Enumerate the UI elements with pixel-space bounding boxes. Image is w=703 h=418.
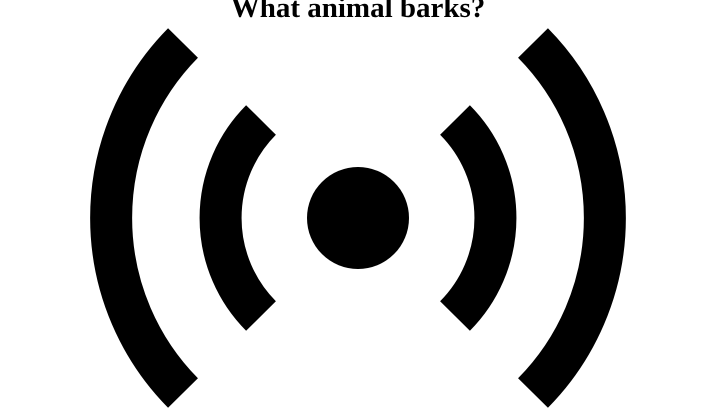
question-card: What animal barks? xyxy=(0,0,703,418)
broadcast-signal-icon xyxy=(90,28,626,408)
signal-arc-inner-right xyxy=(439,105,517,331)
signal-arc-outer-left xyxy=(90,28,199,408)
signal-source xyxy=(307,167,409,269)
signal-arc-inner-left xyxy=(199,105,277,331)
signal-arc-outer-right xyxy=(517,28,626,408)
signal-center-dot xyxy=(307,167,409,269)
